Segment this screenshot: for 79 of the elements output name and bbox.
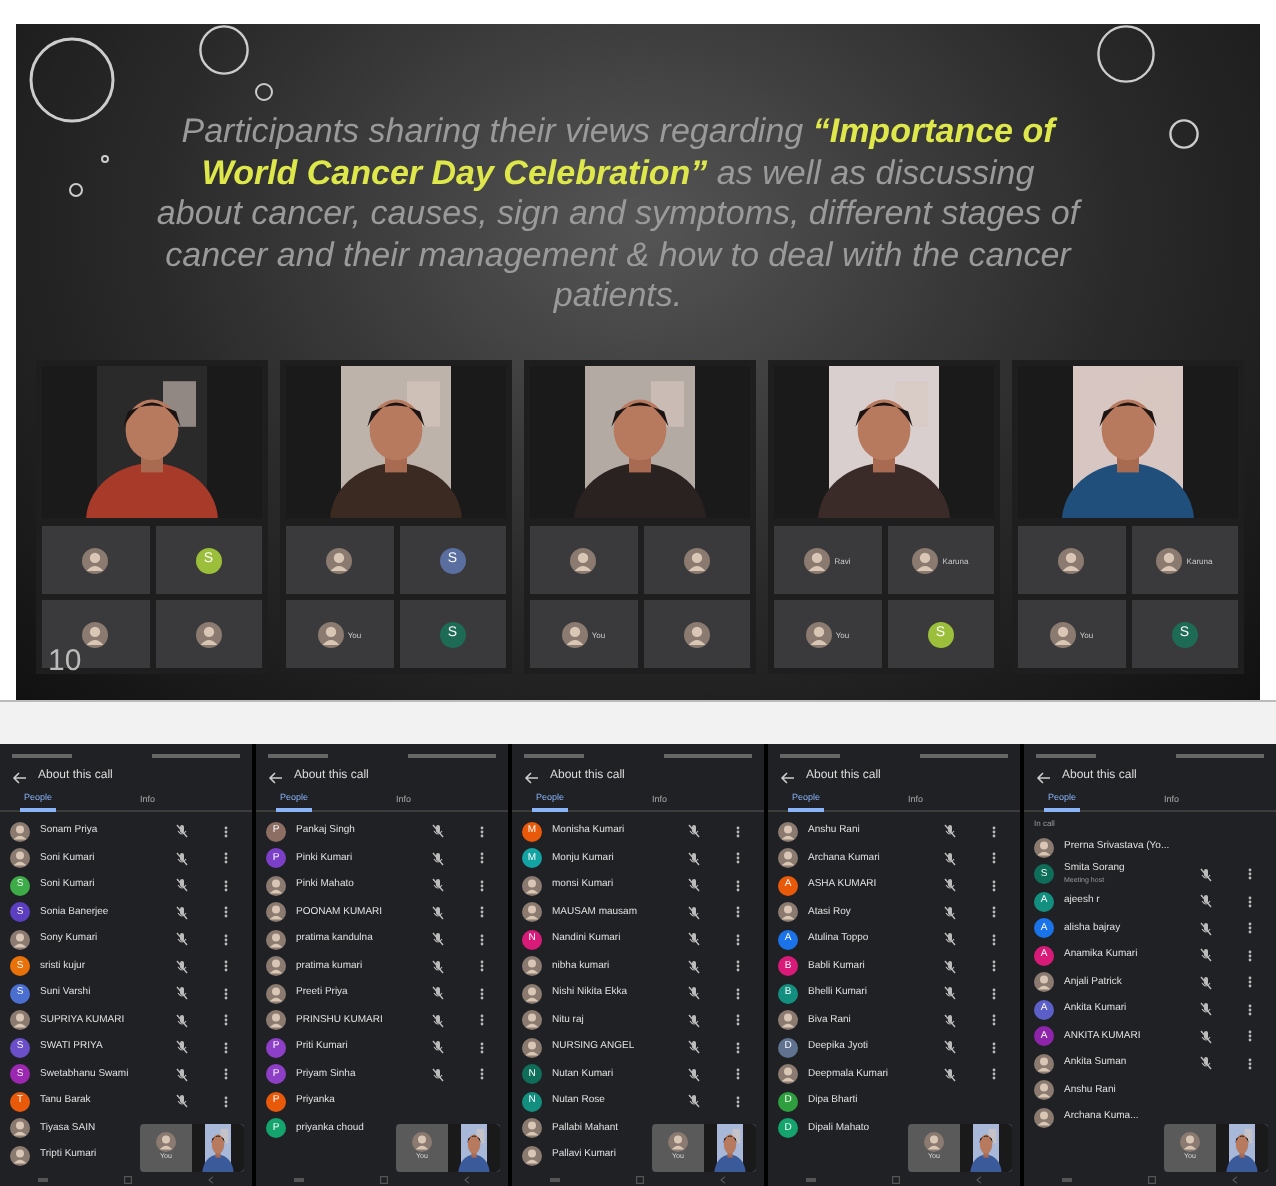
mic-off-icon [176, 905, 188, 920]
back-icon [720, 1175, 726, 1183]
mic-off-icon [176, 851, 188, 866]
back-arrow-icon [780, 771, 794, 783]
person-avatar-icon [924, 1132, 944, 1153]
bubble-icon [254, 82, 274, 102]
back-arrow-icon [1036, 771, 1050, 783]
mic-off-icon [944, 878, 956, 893]
mic-off-icon [688, 986, 700, 1001]
mic-off-icon [944, 824, 956, 839]
home-icon [380, 1175, 388, 1183]
mic-off-icon [944, 905, 956, 920]
mic-off-icon [432, 851, 444, 866]
mic-off-icon [1200, 867, 1212, 882]
mic-off-icon [432, 824, 444, 839]
mic-off-icon [432, 986, 444, 1001]
mic-off-icon [688, 1067, 700, 1082]
mic-off-icon [1200, 921, 1212, 936]
back-icon [208, 1175, 214, 1183]
back-arrow-icon [12, 771, 26, 783]
mic-off-icon [176, 1067, 188, 1082]
mic-off-icon [944, 932, 956, 947]
mic-off-icon [176, 824, 188, 839]
mic-off-icon [1200, 975, 1212, 990]
back-arrow-icon [268, 771, 282, 783]
mic-off-icon [688, 959, 700, 974]
back-icon [464, 1175, 470, 1183]
back-icon [1232, 1175, 1238, 1183]
mic-off-icon [432, 959, 444, 974]
bubble-icon [28, 36, 116, 124]
bubble-icon [1168, 118, 1200, 150]
mic-off-icon [1200, 894, 1212, 909]
mic-off-icon [432, 1013, 444, 1028]
mic-off-icon [944, 1040, 956, 1055]
mic-off-icon [688, 1094, 700, 1109]
mic-off-icon [1200, 1029, 1212, 1044]
back-arrow-icon [524, 771, 538, 783]
person-avatar-icon [156, 1132, 176, 1153]
mic-off-icon [944, 1013, 956, 1028]
mic-off-icon [432, 932, 444, 947]
mic-off-icon [688, 824, 700, 839]
home-icon [636, 1175, 644, 1183]
mic-off-icon [1200, 948, 1212, 963]
mic-off-icon [944, 986, 956, 1001]
mic-off-icon [1200, 1002, 1212, 1017]
mic-off-icon [176, 1094, 188, 1109]
mic-off-icon [176, 1040, 188, 1055]
mic-off-icon [944, 1067, 956, 1082]
mic-off-icon [688, 878, 700, 893]
bubble-icon [198, 24, 250, 76]
mic-off-icon [688, 851, 700, 866]
back-icon [976, 1175, 982, 1183]
home-icon [124, 1175, 132, 1183]
bubble-icon [68, 182, 84, 198]
mic-off-icon [688, 1040, 700, 1055]
mic-off-icon [688, 905, 700, 920]
mic-off-icon [432, 1067, 444, 1082]
person-avatar-icon [412, 1132, 432, 1153]
person-avatar-icon [1180, 1132, 1200, 1153]
mic-off-icon [944, 959, 956, 974]
mic-off-icon [944, 851, 956, 866]
mic-off-icon [176, 1013, 188, 1028]
bubble-icon [100, 154, 110, 164]
mic-off-icon [176, 986, 188, 1001]
person-avatar-icon [668, 1132, 688, 1153]
home-icon [892, 1175, 900, 1183]
mic-off-icon [688, 1013, 700, 1028]
mic-off-icon [432, 1040, 444, 1055]
mic-off-icon [176, 932, 188, 947]
slide-number: 10 [48, 641, 82, 681]
mic-off-icon [432, 905, 444, 920]
mic-off-icon [1200, 1056, 1212, 1071]
mic-off-icon [432, 878, 444, 893]
slide-caption: Participants sharing their views regarding “Importance of World Cancer Day Celebration” as well as discussing about cancer, causes, sign and symptoms, different stages of cancer and their management & how to deal with the cancer patients. [156, 112, 1080, 317]
bubble-icon [1096, 24, 1156, 84]
mic-off-icon [688, 932, 700, 947]
mic-off-icon [176, 878, 188, 893]
mic-off-icon [176, 959, 188, 974]
home-icon [1148, 1175, 1156, 1183]
